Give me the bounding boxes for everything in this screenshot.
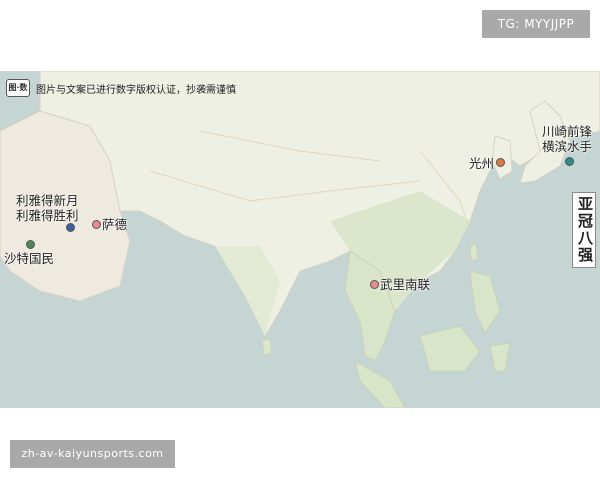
label-sadd: 萨德 bbox=[102, 217, 128, 232]
marker-alnassr bbox=[66, 223, 75, 232]
land-sumatra bbox=[354, 359, 406, 408]
tg-tag: TG: MYYJJPP bbox=[482, 10, 590, 38]
label-buriram: 武里南联 bbox=[380, 277, 431, 292]
map-title: 亚冠八强 bbox=[572, 192, 596, 268]
label-kawasaki-line2: 横滨水手 bbox=[542, 139, 593, 154]
label-kawasaki-line1: 川崎前锋 bbox=[542, 124, 593, 139]
land-philippines bbox=[469, 270, 501, 335]
map-base bbox=[0, 71, 600, 408]
land-srilanka bbox=[261, 338, 273, 356]
label-alnassr: 利雅得新月 利雅得胜利 bbox=[16, 193, 79, 223]
land-mainland bbox=[39, 71, 600, 338]
site-tag: zh-av-kaiyunsports.com bbox=[10, 440, 175, 468]
land-sulawesi bbox=[489, 342, 511, 372]
marker-buriram bbox=[370, 280, 379, 289]
label-alnassr-line1: 利雅得新月 bbox=[16, 193, 79, 208]
marker-sadd bbox=[92, 220, 101, 229]
logo: 图·数 bbox=[6, 79, 30, 97]
copyright-text: 图片与文案已进行数字版权认证，抄袭需谨慎 bbox=[36, 84, 236, 96]
label-gwangju: 光州 bbox=[469, 156, 495, 171]
label-saudi: 沙特国民 bbox=[4, 251, 55, 266]
marker-gwangju bbox=[496, 158, 505, 167]
marker-kawasaki bbox=[565, 157, 574, 166]
marker-saudi bbox=[26, 240, 35, 249]
copyright-bar: 图·数 图片与文案已进行数字版权认证，抄袭需谨慎 bbox=[6, 79, 236, 97]
label-alnassr-line2: 利雅得胜利 bbox=[16, 208, 79, 223]
land-borneo bbox=[419, 325, 481, 372]
asia-map: 图·数 图片与文案已进行数字版权认证，抄袭需谨慎 利雅得新月 利雅得胜利 萨德 … bbox=[0, 71, 600, 408]
label-kawasaki: 川崎前锋 横滨水手 bbox=[542, 124, 592, 154]
land-taiwan bbox=[469, 242, 479, 262]
